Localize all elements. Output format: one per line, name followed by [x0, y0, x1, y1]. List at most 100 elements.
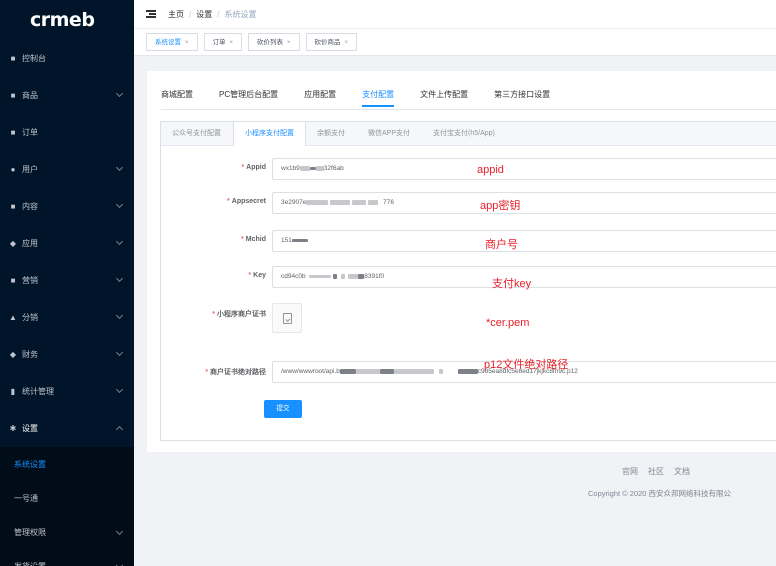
menu-fold-icon[interactable] [146, 10, 156, 18]
tag-item[interactable]: 砍价列表 × [248, 33, 300, 51]
tag-label: 订单 [212, 39, 226, 46]
sub-tab[interactable]: 公众号支付配置 [161, 122, 233, 145]
main-tab[interactable]: 文件上传配置 [420, 89, 468, 107]
chevron-icon [115, 348, 124, 357]
sidebar-item-goods[interactable]: ■ 商品 [0, 77, 134, 114]
sidebar: crmeb ■ 控制台 ■ 商品 ■ 订单 ● 用户 ■ 内容 ◆ 应用 ■ 营销 ▲ 分销 ◆ 财务 ▮ 统计管理 ✱… [0, 0, 134, 566]
appid-input[interactable]: wx1b9 32f6ab [272, 158, 776, 180]
appid-row: * Appid wx1b9 32f6ab [161, 158, 776, 180]
main-tab[interactable]: PC管理后台配置 [219, 89, 278, 107]
main-tab[interactable]: 支付配置 [362, 89, 395, 107]
distribution-icon: ▲ [9, 312, 17, 322]
appsecret-input[interactable]: 3e2907e 776 [272, 192, 776, 214]
sidebar-item-label: 营销 [22, 276, 38, 285]
footer-link[interactable]: 文档 [674, 467, 690, 476]
tag-item[interactable]: 订单 × [203, 33, 243, 51]
sidebar-item-label: 订单 [22, 128, 38, 137]
submenu-item[interactable]: 一号通 [0, 481, 134, 515]
sidebar-item-marketing[interactable]: ■ 营销 [0, 262, 134, 299]
tag-item[interactable]: 系统设置 × [146, 33, 198, 51]
breadcrumb: 主页 / 设置 / 系统设置 [168, 9, 256, 20]
goods-icon: ■ [10, 90, 16, 100]
mchid-label: * Mchid [241, 236, 266, 243]
tags-view-bar: 系统设置 × 订单 × 砍价列表 × 砍价商品 × [134, 28, 776, 56]
tabs-divider [161, 109, 776, 110]
sidebar-item-label: 控制台 [22, 54, 46, 63]
close-icon[interactable]: × [287, 40, 291, 46]
annotation-cert-path: p12文件绝对路径 [484, 359, 569, 371]
submenu-item[interactable]: 发货设置 [0, 549, 134, 566]
sub-tab[interactable]: 微信APP支付 [357, 122, 422, 145]
breadcrumb-home[interactable]: 主页 [168, 10, 184, 19]
sidebar-item-order[interactable]: ■ 订单 [0, 114, 134, 151]
main-tab[interactable]: 第三方接口设置 [494, 89, 550, 107]
mchid-input[interactable]: 151 [272, 230, 776, 252]
sidebar-item-label: 财务 [22, 350, 38, 359]
annotation-appid: appid [477, 164, 504, 176]
submenu-item-label: 发货设置 [14, 561, 46, 566]
breadcrumb-separator: / [189, 9, 192, 19]
chevron-icon [115, 385, 124, 394]
breadcrumb-separator: / [217, 9, 220, 19]
statistics-icon: ▮ [10, 386, 16, 396]
submenu-item-label: 一号通 [14, 493, 38, 503]
submenu-item[interactable]: 系统设置 [0, 447, 134, 481]
close-icon[interactable]: × [345, 40, 349, 46]
key-row: * Key cd94c0b 8391f0 [161, 266, 776, 288]
annotation-appsecret: app密钥 [480, 200, 521, 212]
footer-link[interactable]: 官网 [622, 467, 638, 476]
main-tab[interactable]: 商城配置 [161, 89, 193, 107]
cert-path-row: * 商户证书绝对路径 /www/wwwroot/api.b c985ea8dfc5… [161, 361, 776, 383]
footer-links: 官网 社区 文档 [622, 466, 700, 477]
dashboard-icon: ■ [10, 53, 16, 63]
sidebar-item-label: 分销 [22, 313, 38, 322]
sidebar-item-user[interactable]: ● 用户 [0, 151, 134, 188]
chevron-icon [115, 425, 124, 434]
sidebar-item-statistics[interactable]: ▮ 统计管理 [0, 373, 134, 410]
sidebar-nav: ■ 控制台 ■ 商品 ■ 订单 ● 用户 ■ 内容 ◆ 应用 ■ 营销 ▲ 分销 ◆ 财务 ▮ 统计管理 ✱ 设置 系统设置… [0, 40, 134, 566]
sub-tab[interactable]: 支付宝支付(h5/App) [422, 122, 507, 145]
file-upload-icon [282, 312, 292, 324]
sidebar-item-distribution[interactable]: ▲ 分销 [0, 299, 134, 336]
submenu-item[interactable]: 管理权限 [0, 515, 134, 549]
sub-tab[interactable]: 小程序支付配置 [233, 122, 306, 146]
appsecret-row: * Appsecret 3e2907e 776 [161, 192, 776, 214]
chevron-down-icon [115, 527, 124, 536]
sidebar-item-label: 用户 [22, 165, 38, 174]
chevron-icon [115, 163, 124, 172]
footer-link[interactable]: 社区 [648, 467, 664, 476]
sidebar-item-settings[interactable]: ✱ 设置 [0, 410, 134, 447]
chevron-icon [115, 200, 124, 209]
appid-label: * Appid [241, 164, 266, 171]
tag-item[interactable]: 砍价商品 × [305, 33, 358, 51]
chevron-icon [115, 89, 124, 98]
marketing-icon: ■ [10, 275, 16, 285]
settings-icon: ✱ [9, 423, 17, 433]
cert-label: * 小程序商户证书 [212, 311, 266, 318]
sidebar-item-label: 统计管理 [22, 387, 54, 396]
sidebar-item-content[interactable]: ■ 内容 [0, 188, 134, 225]
main-tab[interactable]: 应用配置 [304, 89, 336, 107]
annotation-key: 支付key [492, 278, 532, 290]
sidebar-item-app[interactable]: ◆ 应用 [0, 225, 134, 262]
sidebar-item-finance[interactable]: ◆ 财务 [0, 336, 134, 373]
app-logo[interactable]: crmeb [0, 0, 134, 40]
order-icon: ■ [10, 127, 16, 137]
sidebar-item-dashboard[interactable]: ■ 控制台 [0, 40, 134, 77]
close-icon[interactable]: × [230, 40, 234, 46]
content-icon: ■ [10, 201, 16, 211]
main-tabs: 商城配置 PC管理后台配置 应用配置 支付配置 文件上传配置 第三方接口设置 [161, 89, 576, 107]
chevron-icon [115, 274, 124, 283]
annotation-mchid: 商户号 [485, 239, 518, 251]
appsecret-label: * Appsecret [227, 198, 266, 205]
submit-button[interactable]: 提交 [264, 400, 302, 418]
breadcrumb-settings[interactable]: 设置 [196, 10, 212, 19]
annotation-cert: *cer.pem [486, 317, 530, 329]
finance-icon: ◆ [9, 349, 17, 359]
tag-label: 砍价商品 [314, 39, 341, 46]
sidebar-item-label: 内容 [22, 202, 38, 211]
cert-row: * 小程序商户证书 [161, 303, 776, 335]
close-icon[interactable]: × [185, 40, 189, 46]
cert-upload[interactable] [272, 303, 302, 333]
sub-tab[interactable]: 余额支付 [306, 122, 357, 145]
